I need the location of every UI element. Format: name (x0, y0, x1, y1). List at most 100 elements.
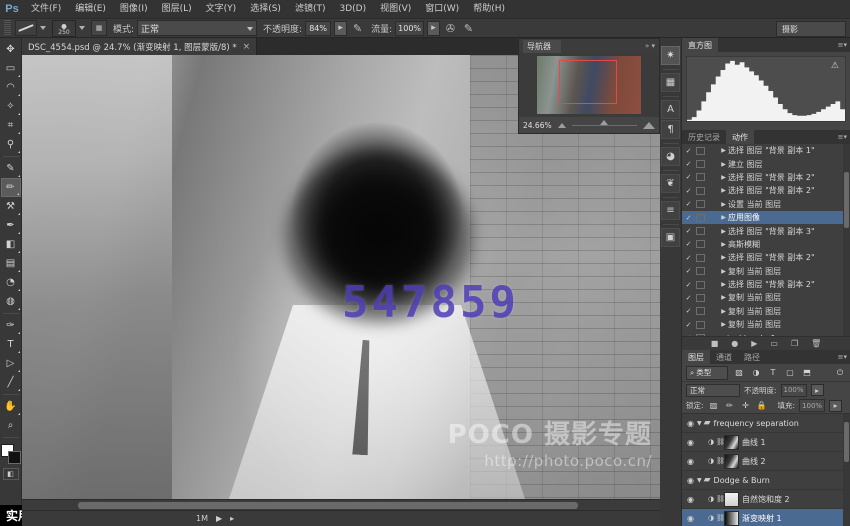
tool-blur[interactable]: ◔ (1, 273, 21, 292)
new-set-icon[interactable]: ▭ (770, 339, 778, 348)
color-wheel-icon[interactable]: ◕ (661, 147, 680, 166)
actions-row[interactable]: ✓▼autoskincolor1 (682, 331, 850, 336)
lock-all-icon[interactable]: 🔒 (756, 400, 768, 412)
layer-visibility-icon[interactable]: ◉ (684, 495, 697, 504)
tool-eyedropper[interactable]: ⚲ (1, 135, 21, 154)
actions-row[interactable]: ✓▶设置 当前 图层 (682, 198, 850, 211)
menu-item-window[interactable]: 窗口(W) (418, 0, 466, 18)
begin-recording-icon[interactable]: ● (731, 339, 738, 348)
adjustments-icon[interactable]: ≡ (661, 201, 680, 220)
disclosure-triangle-icon[interactable]: ▶ (719, 281, 728, 288)
layer-opacity-stepper[interactable]: ▸ (811, 384, 824, 396)
tool-spot-healing-brush[interactable]: ✎ (1, 159, 21, 178)
menu-item-file[interactable]: 文件(F) (24, 0, 68, 18)
layer-opacity-field[interactable]: 100% (781, 384, 807, 397)
layer-row[interactable]: ◉▼▰frequency separation (682, 414, 850, 433)
panel-menu-icon[interactable]: ≡▾ (838, 353, 847, 361)
layer-fill-field[interactable]: 100% (799, 399, 825, 412)
close-icon[interactable]: × (243, 42, 251, 52)
action-dialog-toggle-icon[interactable] (696, 321, 705, 329)
layer-mask-thumbnail[interactable] (724, 511, 739, 526)
adjustment-icon[interactable]: ◑ (706, 438, 716, 446)
link-icon[interactable]: ⛓ (716, 495, 724, 503)
layer-mask-thumbnail[interactable] (724, 435, 739, 450)
tool-clone-stamp[interactable]: ⚒ (1, 197, 21, 216)
disclosure-triangle-icon[interactable]: ▼ (697, 420, 702, 427)
tool-history-brush[interactable]: ✒ (1, 216, 21, 235)
filter-adjustment-icon[interactable]: ◑ (750, 367, 762, 379)
action-enabled-icon[interactable]: ✓ (684, 240, 693, 248)
paragraph-panel-icon[interactable]: ¶ (661, 120, 680, 139)
tool-quick-selection[interactable]: ✧ (1, 97, 21, 116)
tool-dodge[interactable]: ◍ (1, 292, 21, 311)
tool-hand[interactable]: ✋ (1, 397, 21, 416)
layer-visibility-icon[interactable]: ◉ (684, 438, 697, 447)
action-dialog-toggle-icon[interactable] (696, 200, 705, 208)
disclosure-triangle-icon[interactable]: ▶ (719, 214, 728, 221)
disclosure-triangle-icon[interactable]: ▶ (719, 147, 728, 154)
action-enabled-icon[interactable]: ✓ (684, 281, 693, 289)
background-color-swatch[interactable] (8, 451, 21, 464)
brush-size-group[interactable]: 250 (52, 20, 85, 37)
action-enabled-icon[interactable]: ✓ (684, 334, 693, 336)
action-enabled-icon[interactable]: ✓ (684, 173, 693, 181)
menu-item-filter[interactable]: 滤镜(T) (288, 0, 333, 18)
tablet-pressure-opacity-icon[interactable]: ✎ (350, 21, 365, 36)
disclosure-triangle-icon[interactable]: ▼ (697, 477, 702, 484)
disclosure-triangle-icon[interactable]: ▶ (719, 268, 728, 275)
layer-blend-mode-dropdown[interactable]: 正常 (686, 384, 740, 397)
layer-row[interactable]: ◉▼▰Dodge & Burn (682, 471, 850, 490)
menu-item-image[interactable]: 图像(I) (113, 0, 155, 18)
chevron-down-icon[interactable] (79, 26, 85, 30)
scrollbar-thumb[interactable] (844, 172, 849, 228)
layer-row[interactable]: ◉◑⛓自然饱和度 2 (682, 490, 850, 509)
canvas-horizontal-scrollbar[interactable] (22, 499, 660, 510)
actions-row[interactable]: ✓▶选择 图层 "背景 副本 2" (682, 184, 850, 197)
actions-row[interactable]: ✓▶复制 当前 图层 (682, 318, 850, 331)
quick-mask-icon[interactable]: ◧ (3, 468, 19, 480)
layer-visibility-icon[interactable]: ◉ (684, 457, 697, 466)
disclosure-triangle-icon[interactable]: ▶ (719, 321, 728, 328)
tool-crop[interactable]: ⌗ (1, 116, 21, 135)
tool-shape[interactable]: ╱ (1, 373, 21, 392)
character-panel-icon[interactable]: A (661, 100, 680, 119)
action-enabled-icon[interactable]: ✓ (684, 294, 693, 302)
action-enabled-icon[interactable]: ✓ (684, 187, 693, 195)
adjustment-icon[interactable]: ◑ (706, 514, 716, 522)
layer-fill-stepper[interactable]: ▸ (829, 400, 842, 412)
layer-visibility-icon[interactable]: ◉ (684, 419, 697, 428)
disclosure-triangle-icon[interactable]: ▶ (719, 294, 728, 301)
properties-icon[interactable]: ▣ (661, 228, 680, 247)
disclosure-triangle-icon[interactable]: ▼ (708, 335, 717, 336)
filter-type-icon[interactable]: T (767, 367, 779, 379)
scrollbar-thumb[interactable] (78, 502, 578, 509)
layer-mask-thumbnail[interactable] (724, 454, 739, 469)
actions-row[interactable]: ✓▶高斯模糊 (682, 238, 850, 251)
action-enabled-icon[interactable]: ✓ (684, 160, 693, 168)
actions-row[interactable]: ✓▶选择 图层 "背景 副本 2" (682, 278, 850, 291)
action-dialog-toggle-icon[interactable] (696, 160, 705, 168)
brush-presets-icon[interactable]: ❦ (661, 174, 680, 193)
chevrons-right-icon[interactable]: » ▾ (645, 42, 655, 50)
actions-row[interactable]: ✓▶建立 图层 (682, 157, 850, 170)
disclosure-triangle-icon[interactable]: ▶ (719, 201, 728, 208)
action-enabled-icon[interactable]: ✓ (684, 307, 693, 315)
actions-scrollbar[interactable] (843, 144, 850, 336)
adjustment-icon[interactable]: ◑ (706, 495, 716, 503)
toggle-brush-panel-button[interactable]: ▦ (91, 20, 107, 36)
adjustment-icon[interactable]: ◑ (706, 457, 716, 465)
chevron-down-icon[interactable] (40, 26, 46, 30)
navigator-tab[interactable]: 导航器 (523, 40, 561, 53)
tool-move[interactable]: ✥ (1, 40, 21, 59)
layers-scrollbar[interactable] (843, 414, 850, 526)
navigator-view-rectangle[interactable] (559, 60, 617, 104)
color-swatches[interactable] (1, 444, 21, 464)
filter-shape-icon[interactable]: ▢ (784, 367, 796, 379)
action-enabled-icon[interactable]: ✓ (684, 254, 693, 262)
panel-menu-icon[interactable]: ≡▾ (838, 41, 847, 49)
menu-item-type[interactable]: 文字(Y) (199, 0, 244, 18)
layer-row[interactable]: ◉◑⛓渐变映射 1 (682, 509, 850, 526)
actions-row[interactable]: ✓▶选择 图层 "背景 副本 1" (682, 144, 850, 157)
histogram-warning-icon[interactable]: ⚠ (831, 61, 839, 71)
disclosure-triangle-icon[interactable]: ▶ (719, 241, 728, 248)
